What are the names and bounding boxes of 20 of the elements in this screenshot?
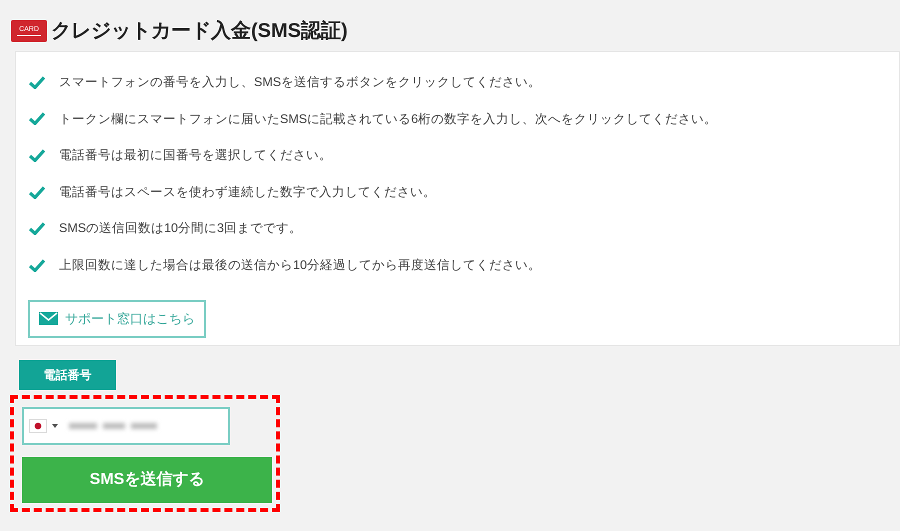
- check-icon: [29, 186, 45, 199]
- instruction-text: 電話番号はスペースを使わず連続した数字で入力してください。: [59, 184, 436, 201]
- phone-label: 電話番号: [19, 360, 116, 390]
- mail-icon: [39, 312, 58, 326]
- check-icon: [29, 222, 45, 236]
- instruction-text: スマートフォンの番号を入力し、SMSを送信するボタンをクリックしてください。: [59, 74, 542, 91]
- instruction-text: 電話番号は最初に国番号を選択してください。: [59, 147, 332, 164]
- page-title: クレジットカード入金(SMS認証): [51, 19, 348, 44]
- instruction-text: トークン欄にスマートフォンに届いたSMSに記載されている6桁の数字を入力し、次へをクリックしてください。: [59, 110, 718, 128]
- check-icon: [29, 112, 45, 126]
- dropdown-icon[interactable]: [52, 424, 58, 428]
- send-sms-button[interactable]: SMSを送信する: [22, 457, 272, 503]
- check-icon: [29, 258, 45, 272]
- support-button[interactable]: サポート窓口はこちら: [28, 300, 206, 338]
- instruction-text: SMSの送信回数は10分間に3回までです。: [59, 220, 302, 238]
- instruction-text: 上限回数に達した場合は最後の送信から10分経過してから再度送信してください。: [59, 256, 541, 274]
- check-icon: [29, 148, 45, 162]
- check-icon: [29, 76, 45, 89]
- phone-field[interactable]: [22, 407, 230, 445]
- flag-icon: [29, 419, 47, 433]
